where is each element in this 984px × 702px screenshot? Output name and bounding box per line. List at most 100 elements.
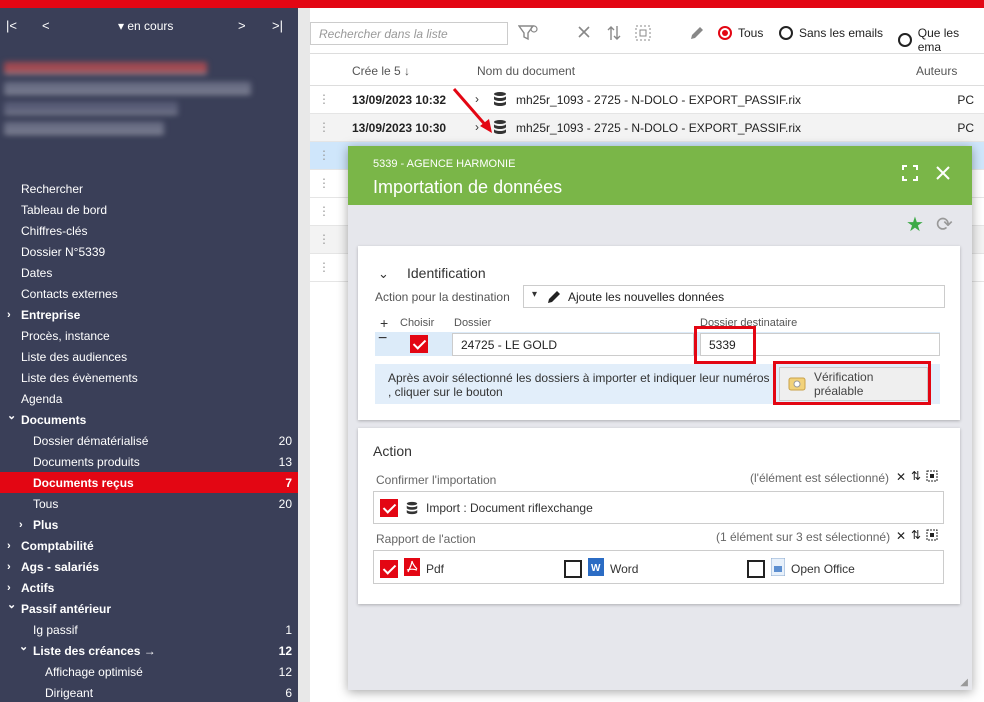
refresh-icon[interactable]: ⟳ bbox=[936, 212, 953, 237]
report-status: (1 élément sur 3 est sélectionné) bbox=[716, 530, 891, 544]
select-all-icon[interactable] bbox=[634, 24, 652, 46]
chevron-right-icon[interactable]: › bbox=[19, 519, 23, 531]
last-record-button[interactable]: >| bbox=[272, 18, 283, 33]
info-text-line-2: , cliquer sur le bouton bbox=[388, 385, 503, 399]
openoffice-checkbox[interactable] bbox=[747, 559, 765, 578]
radio-only-email[interactable]: Que les ema bbox=[898, 26, 984, 54]
select-all-icon[interactable] bbox=[926, 529, 938, 544]
sidebar-item[interactable]: Contacts externes bbox=[0, 283, 298, 304]
chevron-down-icon[interactable]: ⌄ bbox=[7, 598, 16, 611]
table-row[interactable]: ⋮ 13/09/2023 10:30 › mh25r_1093 - 2725 -… bbox=[310, 114, 984, 142]
filter-icon[interactable] bbox=[517, 24, 538, 46]
sidebar-item[interactable]: Dirigeant 6 bbox=[0, 682, 298, 702]
sidebar-item[interactable]: › Ags - salariés bbox=[0, 556, 298, 577]
chevron-right-icon[interactable]: › bbox=[7, 582, 11, 594]
sidebar-item-label: Rechercher bbox=[21, 181, 84, 196]
favorite-star-icon[interactable]: ★ bbox=[906, 212, 924, 237]
add-row-icon[interactable]: + bbox=[380, 315, 388, 331]
drag-handle-icon[interactable]: ⋮ bbox=[318, 176, 330, 190]
maximize-icon[interactable] bbox=[902, 164, 918, 187]
prev-record-button[interactable]: < bbox=[42, 18, 50, 33]
radio-icon bbox=[779, 26, 793, 40]
sidebar-item-label: Agenda bbox=[21, 391, 63, 406]
drag-handle-icon[interactable]: ⋮ bbox=[318, 92, 330, 106]
state-filter-dropdown[interactable]: ▾ en cours bbox=[118, 19, 173, 33]
remove-row-icon[interactable]: − bbox=[378, 330, 387, 348]
sidebar-item-label: Comptabilité bbox=[21, 538, 94, 553]
sidebar-item[interactable]: Tableau de bord bbox=[0, 199, 298, 220]
edit-icon[interactable] bbox=[688, 24, 706, 46]
drag-handle-icon[interactable]: ⋮ bbox=[318, 232, 330, 246]
sidebar-item[interactable]: Dossier N°5339 bbox=[0, 241, 298, 262]
chevron-right-icon[interactable]: › bbox=[7, 309, 11, 321]
sidebar-item[interactable]: › Plus bbox=[0, 514, 298, 535]
sidebar-item[interactable]: Chiffres-clés bbox=[0, 220, 298, 241]
drag-handle-icon[interactable]: ⋮ bbox=[318, 204, 330, 218]
sidebar-item[interactable]: Documents produits 13 bbox=[0, 451, 298, 472]
sidebar-item[interactable]: › Actifs bbox=[0, 577, 298, 598]
resize-handle-icon[interactable]: ◢ bbox=[960, 677, 968, 688]
drag-handle-icon[interactable]: ⋮ bbox=[318, 260, 330, 274]
clear-icon[interactable]: ✕ bbox=[896, 529, 906, 543]
sidebar-item[interactable]: › Comptabilité bbox=[0, 535, 298, 556]
chevron-down-icon[interactable]: ⌄ bbox=[7, 409, 16, 422]
import-checkbox[interactable] bbox=[380, 499, 398, 517]
first-record-button[interactable]: |< bbox=[6, 18, 17, 33]
column-date[interactable]: Crée le 5 ↓ bbox=[352, 64, 410, 78]
chevron-down-icon[interactable]: ⌄ bbox=[19, 640, 28, 653]
option-word[interactable]: W Word bbox=[564, 558, 638, 579]
sidebar-item[interactable]: Agenda bbox=[0, 388, 298, 409]
sort-icon[interactable] bbox=[606, 24, 622, 46]
list-toolbar: Rechercher dans la liste Tous Sans les e… bbox=[310, 8, 984, 54]
radio-no-email[interactable]: Sans les emails bbox=[779, 26, 883, 40]
dossier-field[interactable]: 24725 - LE GOLD bbox=[452, 333, 694, 356]
sidebar-item[interactable]: Documents reçus 7 bbox=[0, 472, 298, 493]
sidebar-item[interactable]: Ig passif 1 bbox=[0, 619, 298, 640]
column-author[interactable]: Auteurs bbox=[916, 64, 957, 78]
next-record-button[interactable]: > bbox=[238, 18, 246, 33]
clear-icon[interactable]: ✕ bbox=[896, 470, 906, 484]
radio-all[interactable]: Tous bbox=[718, 26, 763, 40]
column-name[interactable]: Nom du document bbox=[477, 64, 575, 78]
chevron-right-icon[interactable]: › bbox=[7, 561, 11, 573]
sidebar-item[interactable]: ⌄ Passif antérieur bbox=[0, 598, 298, 619]
sidebar-item[interactable]: Liste des audiences bbox=[0, 346, 298, 367]
sidebar-item-label: Liste des créances → bbox=[33, 643, 156, 658]
option-openoffice[interactable]: Open Office bbox=[747, 557, 855, 579]
sidebar-item[interactable]: Dates bbox=[0, 262, 298, 283]
select-all-icon[interactable] bbox=[926, 470, 938, 485]
table-row[interactable]: ⋮ 13/09/2023 10:32 › mh25r_1093 - 2725 -… bbox=[310, 86, 984, 114]
action-title: Action bbox=[373, 443, 412, 459]
openoffice-label: Open Office bbox=[791, 561, 855, 576]
sidebar-item[interactable]: Procès, instance bbox=[0, 325, 298, 346]
sidebar-item[interactable]: › Entreprise bbox=[0, 304, 298, 325]
choose-column-header: Choisir bbox=[400, 317, 435, 329]
sidebar-item[interactable]: Dossier dématérialisé 20 bbox=[0, 430, 298, 451]
option-pdf[interactable]: Pdf bbox=[380, 558, 444, 579]
sidebar-item[interactable]: Affichage optimisé 12 bbox=[0, 661, 298, 682]
pdf-checkbox[interactable] bbox=[380, 559, 398, 578]
action-destination-select[interactable]: ▾ Ajoute les nouvelles données bbox=[523, 285, 945, 308]
sort-icon[interactable]: ⇅ bbox=[911, 528, 921, 542]
sidebar-item[interactable]: ⌄ Liste des créances → 12 bbox=[0, 640, 298, 661]
sort-icon[interactable]: ⇅ bbox=[911, 469, 921, 483]
choose-checkbox[interactable] bbox=[410, 335, 428, 353]
chevron-right-icon[interactable]: › bbox=[7, 540, 11, 552]
sidebar-nav: |< < ▾ en cours > >| bbox=[0, 8, 298, 44]
word-checkbox[interactable] bbox=[564, 559, 582, 578]
drag-handle-icon[interactable]: ⋮ bbox=[318, 148, 330, 162]
search-input[interactable]: Rechercher dans la liste bbox=[310, 22, 508, 45]
action-destination-value: Ajoute les nouvelles données bbox=[568, 290, 725, 304]
sidebar-item-label: Liste des audiences bbox=[21, 349, 128, 364]
drag-handle-icon[interactable]: ⋮ bbox=[318, 120, 330, 134]
import-item-row[interactable]: Import : Document riflexchange bbox=[373, 491, 944, 524]
sidebar-item[interactable]: ⌄ Documents bbox=[0, 409, 298, 430]
close-icon[interactable] bbox=[935, 164, 951, 187]
sidebar-item[interactable]: Liste des évènements bbox=[0, 367, 298, 388]
dossier-column-header: Dossier bbox=[454, 317, 492, 329]
sidebar-item[interactable]: Tous 20 bbox=[0, 493, 298, 514]
sidebar-item[interactable]: Rechercher bbox=[0, 178, 298, 199]
collapse-chevron-icon[interactable]: ⌄ bbox=[378, 266, 389, 282]
clear-icon[interactable] bbox=[576, 24, 592, 44]
pdf-icon bbox=[404, 558, 420, 579]
